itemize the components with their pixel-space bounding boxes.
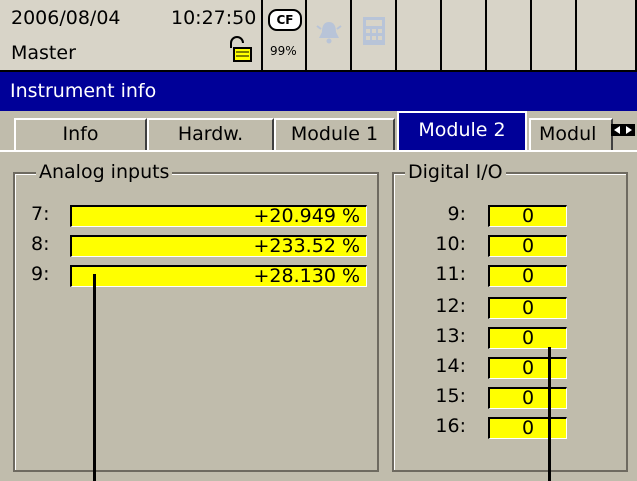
callout-line-analog <box>93 274 96 481</box>
tab-bar: Info Hardw. Module 1 Module 2 Modul <box>0 111 637 152</box>
analog-inputs-title: Analog inputs <box>36 161 173 183</box>
status-info-panel: 2006/08/04 10:27:50 Master <box>0 0 263 70</box>
digital-value-field: 0 <box>488 327 567 349</box>
callout-line-digital <box>548 347 551 481</box>
analog-channel-label: 9: <box>31 263 50 285</box>
digital-value-field: 0 <box>488 357 567 379</box>
digital-channel-label: 15: <box>435 385 466 407</box>
math-status[interactable] <box>352 0 397 70</box>
tab-underline <box>0 150 637 152</box>
status-slot-empty <box>442 0 487 70</box>
tab-module-3[interactable]: Modul <box>529 118 613 150</box>
alarm-bell-icon <box>316 22 342 44</box>
digital-channel-label: 14: <box>435 355 466 377</box>
analog-value-field: +233.52 % <box>70 235 367 257</box>
status-slot-empty <box>487 0 532 70</box>
tab-scroll-arrows <box>611 124 635 136</box>
status-slot-empty <box>532 0 577 70</box>
tab-hardware[interactable]: Hardw. <box>147 118 274 150</box>
digital-channel-label: 12: <box>435 295 466 317</box>
digital-channel-label: 10: <box>435 233 466 255</box>
status-date: 2006/08/04 <box>11 7 121 29</box>
status-time: 10:27:50 <box>171 7 257 29</box>
analog-value-field: +20.949 % <box>70 205 367 227</box>
analog-channel-label: 8: <box>31 233 50 255</box>
digital-io-group: Digital I/O 9: 0 10: 0 11: 0 12: 0 13: 0… <box>392 161 628 472</box>
status-bar: 2006/08/04 10:27:50 Master CF 99% <box>0 0 637 72</box>
calculator-icon <box>363 17 385 45</box>
tab-info[interactable]: Info <box>14 118 147 150</box>
digital-value-field: 0 <box>488 265 567 287</box>
status-slot-empty <box>397 0 442 70</box>
digital-channel-label: 16: <box>435 415 466 437</box>
digital-value-field: 0 <box>488 417 567 439</box>
digital-value-field: 0 <box>488 387 567 409</box>
analog-value-field: +28.130 % <box>70 265 367 287</box>
tab-module-1[interactable]: Module 1 <box>274 118 395 150</box>
recorder-screen: 2006/08/04 10:27:50 Master CF 99% Instru… <box>0 0 637 481</box>
cf-card-icon: CF <box>268 9 302 31</box>
page-title: Instrument info <box>10 80 157 102</box>
digital-channel-label: 13: <box>435 325 466 347</box>
lock-icon <box>230 36 252 62</box>
analog-inputs-group: Analog inputs 7: +20.949 % 8: +233.52 % … <box>13 161 379 472</box>
title-bar: Instrument info <box>0 72 637 111</box>
cf-usage: 99% <box>270 44 297 58</box>
digital-value-field: 0 <box>488 205 567 227</box>
analog-channel-label: 7: <box>31 203 50 225</box>
status-slot-empty <box>577 0 637 70</box>
status-mode: Master <box>11 42 76 64</box>
alarm-status[interactable] <box>307 0 352 70</box>
digital-io-title: Digital I/O <box>405 161 506 183</box>
cf-card-status[interactable]: CF 99% <box>263 0 307 70</box>
tab-module-2[interactable]: Module 2 <box>397 111 527 152</box>
digital-channel-label: 11: <box>435 263 466 285</box>
digital-channel-label: 9: <box>447 203 467 225</box>
digital-value-field: 0 <box>488 297 567 319</box>
digital-value-field: 0 <box>488 235 567 257</box>
